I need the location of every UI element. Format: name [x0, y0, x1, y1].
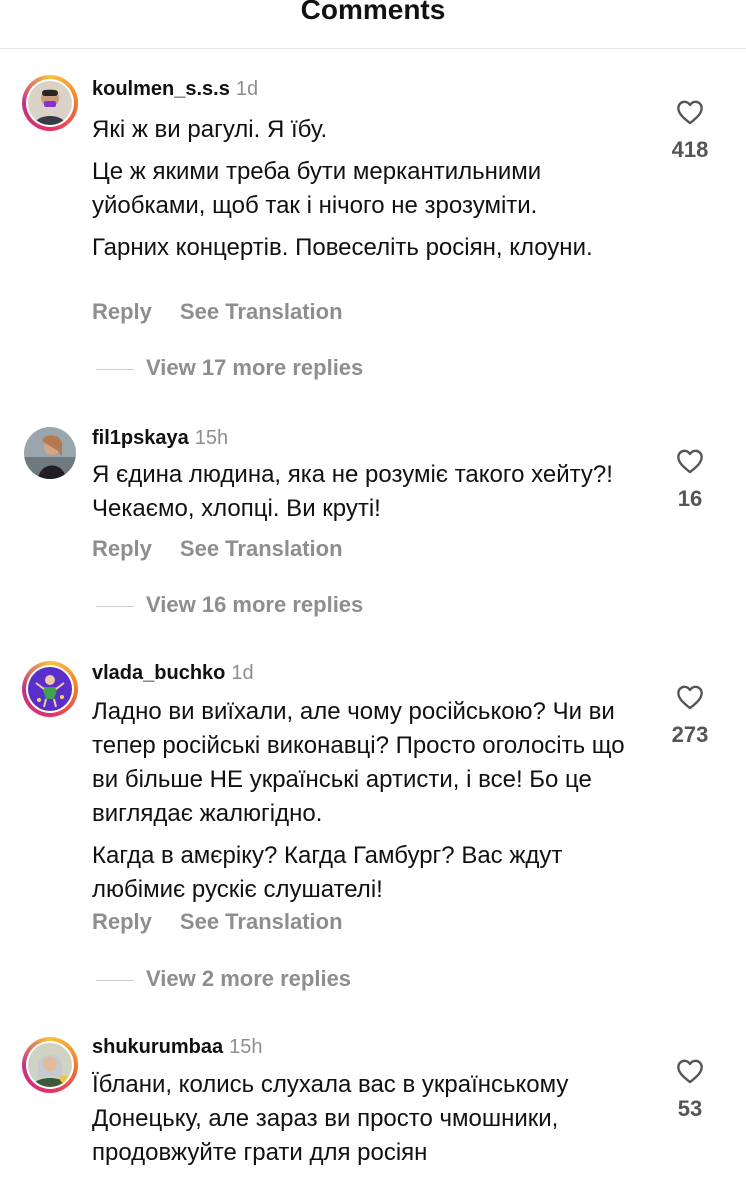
timestamp: 1d: [235, 78, 259, 100]
comment-paragraph: Це ж якими треба бути меркантильними уйо…: [92, 158, 542, 219]
like-count: 418: [671, 137, 709, 162]
comment-paragraph: Гарних концертів. Повеселіть росіян, кло…: [92, 234, 593, 261]
comment-text: Ладно ви виїхали, але чому російською? Ч…: [92, 695, 652, 907]
comment-meta: fil1pskaya 15h: [92, 427, 228, 450]
avatar: [28, 81, 72, 125]
comment-paragraph: Які ж ви рагулі. Я їбу.: [92, 116, 328, 143]
comment-actions: Reply See Translation: [92, 299, 343, 325]
divider: [96, 368, 134, 370]
comment-text: Їблани, колись слухала вас в українськом…: [92, 1068, 652, 1170]
like-count: 273: [671, 722, 709, 747]
username[interactable]: fil1pskaya: [92, 427, 189, 449]
page-title: Comments: [300, 0, 446, 25]
comment-text: Я єдина людина, яка не розуміє такого хе…: [92, 458, 652, 526]
comment-paragraph: Я єдина людина, яка не розуміє такого хе…: [92, 461, 613, 522]
view-replies-button[interactable]: View 17 more replies: [96, 355, 364, 381]
comment-paragraph: Ладно ви виїхали, але чому російською? Ч…: [92, 698, 625, 827]
heart-outline-icon: [677, 685, 703, 710]
timestamp: 1d: [231, 662, 254, 684]
view-replies-label: View 17 more replies: [146, 355, 364, 380]
divider: [96, 605, 134, 607]
heart-outline-icon: [677, 1059, 703, 1084]
avatar: [24, 427, 76, 479]
like-button[interactable]: 16: [660, 448, 720, 512]
like-button[interactable]: 53: [660, 1058, 720, 1122]
comment-meta: shukurumbaa 15h: [92, 1036, 263, 1059]
comment-meta: vlada_buchko 1d: [92, 662, 254, 685]
see-translation-button[interactable]: See Translation: [180, 536, 343, 561]
heart-outline-icon: [677, 100, 703, 125]
username[interactable]: vlada_buchko: [92, 662, 225, 684]
reply-button[interactable]: Reply: [92, 536, 152, 561]
view-replies-button[interactable]: View 2 more replies: [96, 966, 352, 992]
heart-outline-icon: [677, 449, 703, 474]
see-translation-button[interactable]: See Translation: [180, 909, 343, 934]
avatar-story-ring[interactable]: [22, 1037, 78, 1093]
like-button[interactable]: 418: [660, 99, 720, 163]
avatar-story-ring[interactable]: [22, 661, 78, 717]
avatar: [28, 1043, 72, 1087]
like-button[interactable]: 273: [660, 684, 720, 748]
avatar-frame[interactable]: [22, 425, 78, 481]
divider: [96, 979, 134, 981]
comment-paragraph: Їблани, колись слухала вас в українськом…: [92, 1071, 569, 1166]
username[interactable]: koulmen_s.s.s: [92, 78, 230, 100]
view-replies-label: View 2 more replies: [146, 966, 352, 991]
reply-button[interactable]: Reply: [92, 909, 152, 934]
timestamp: 15h: [229, 1036, 263, 1058]
see-translation-button[interactable]: See Translation: [180, 299, 343, 324]
view-replies-button[interactable]: View 16 more replies: [96, 592, 364, 618]
view-replies-label: View 16 more replies: [146, 592, 364, 617]
username[interactable]: shukurumbaa: [92, 1036, 223, 1058]
avatar-story-ring[interactable]: [22, 75, 78, 131]
like-count: 53: [677, 1096, 703, 1121]
comment-actions: Reply See Translation: [92, 536, 343, 562]
avatar: [28, 667, 72, 711]
comments-header: Comments: [0, 0, 746, 49]
comment-actions: Reply See Translation: [92, 909, 343, 935]
like-count: 16: [677, 486, 703, 511]
timestamp: 15h: [194, 427, 229, 449]
comment-text: Які ж ви рагулі. Я їбу. Це ж якими треба…: [92, 113, 652, 265]
reply-button[interactable]: Reply: [92, 299, 152, 324]
comment-meta: koulmen_s.s.s 1d: [92, 78, 258, 101]
comment-paragraph: Кагда в амєріку? Кагда Гамбург? Вас ждут…: [92, 842, 563, 903]
